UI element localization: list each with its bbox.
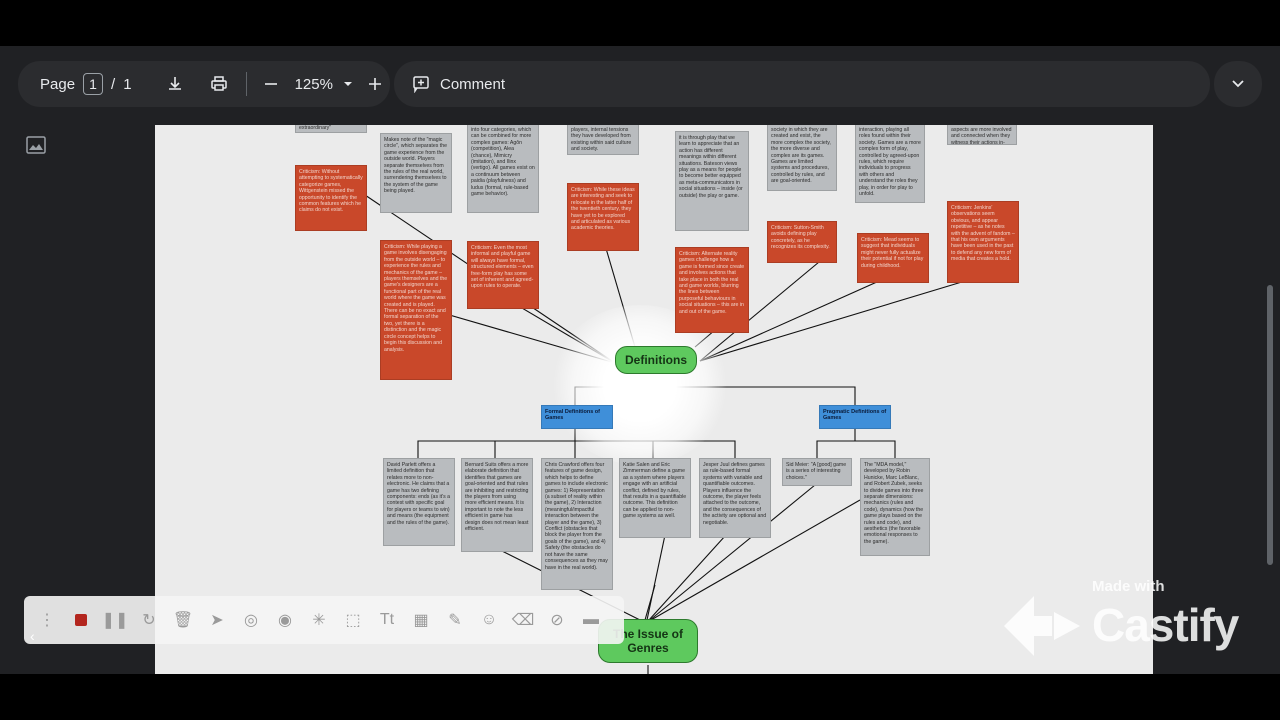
criticism-node-3: Criticism: Even the most informal and pl…	[467, 241, 539, 309]
criticism-node-8: Criticism: Jenkins' observations seem ob…	[947, 201, 1019, 283]
page-label: Page	[40, 75, 76, 93]
page-separator: /	[111, 75, 116, 93]
sparkle-icon: ✳	[312, 612, 326, 629]
definition-node-juul: Jesper Juul defines games as rule-based …	[699, 458, 771, 538]
formal-definitions-node: Formal Definitions of Games	[541, 405, 613, 429]
pause-icon: ❚❚	[101, 612, 129, 629]
pragmatic-definitions-node: Pragmatic Definitions of Games	[819, 405, 891, 429]
caret-down-icon	[343, 82, 352, 86]
zoom-in-button[interactable]	[367, 76, 383, 92]
camera-icon: ▬	[583, 611, 599, 628]
print-icon	[210, 76, 227, 91]
definition-node-crawford: Chris Crawford offers four features of g…	[541, 458, 613, 590]
toolbar-divider	[245, 72, 247, 96]
page-number-input[interactable]: 1	[83, 73, 104, 95]
text-tool[interactable]: Tt	[374, 607, 400, 633]
spotlight-icon: ◉	[278, 612, 292, 629]
definition-node-mda: The "MDA model," developed by Robin Huni…	[860, 458, 930, 556]
chevron-down-icon	[1232, 80, 1244, 88]
expand-toolbar-button[interactable]	[1214, 61, 1262, 107]
drag-handle-icon[interactable]: ⋮	[34, 607, 60, 633]
definition-node-parlett: David Parlett offers a limited definitio…	[383, 458, 455, 546]
pointer-icon: ➤	[210, 612, 224, 629]
delete-button[interactable]: 🗑	[170, 607, 196, 633]
top-node-3: into four categories, which can be combi…	[467, 125, 539, 213]
top-node-1: extraordinary"	[295, 125, 367, 133]
comment-toolbar: Comment	[394, 61, 1210, 107]
top-black-bar	[0, 0, 1280, 46]
definition-node-salen-zimmerman: Katie Salen and Eric Zimmerman define a …	[619, 458, 691, 538]
definition-node-meier: Sid Meier: "A [good] game is a series of…	[782, 458, 852, 486]
castify-logo-icon	[1004, 596, 1080, 656]
camera-tool[interactable]: ▬	[578, 607, 604, 633]
definitions-node: Definitions	[615, 346, 697, 374]
emoji-icon: ☺	[480, 611, 498, 628]
spotlight-tool[interactable]: ◉	[272, 607, 298, 633]
text-icon: Tt	[379, 611, 395, 628]
thumbnail-panel-button[interactable]	[26, 136, 46, 154]
no-pen-icon: ⊘	[550, 612, 564, 629]
comment-label: Comment	[440, 75, 506, 93]
top-node-8: aspects are more involved and connected …	[947, 125, 1017, 145]
cursor-tool[interactable]: ➤	[204, 607, 230, 633]
criticism-node-5: Criticism: Alternate reality games chall…	[675, 247, 749, 333]
definition-node-suits: Bernard Suits offers a more elaborate de…	[461, 458, 533, 552]
image-icon	[26, 136, 46, 154]
stop-icon	[75, 614, 87, 626]
print-button[interactable]	[210, 75, 228, 93]
pause-button[interactable]: ❚❚	[101, 607, 129, 633]
plus-icon	[368, 78, 381, 90]
top-node-7: interaction, playing all roles found wit…	[855, 125, 925, 203]
select-rect-icon: ⬚	[345, 612, 361, 629]
stop-record-button[interactable]	[68, 607, 94, 633]
emoji-tool[interactable]: ☺	[476, 607, 502, 633]
top-node-2: Makes note of the "magic circle", which …	[380, 133, 452, 213]
eraser-icon: ⌫	[511, 612, 535, 629]
zoom-level[interactable]: 125%	[295, 76, 333, 93]
trash-icon: 🗑	[172, 612, 194, 629]
page-zoom-toolbar: Page 1 / 1 125%	[18, 61, 390, 107]
made-with-text: Made with	[1092, 578, 1165, 595]
blur-tool[interactable]: ▦	[408, 607, 434, 633]
criticism-node-7: Criticism: Mead seems to suggest that in…	[857, 233, 929, 283]
minus-icon	[264, 83, 277, 85]
add-comment-icon	[413, 76, 429, 93]
grid-icon: ▦	[413, 612, 429, 629]
top-node-6: society in which they are created and ex…	[767, 125, 837, 191]
zoom-out-button[interactable]	[263, 76, 279, 92]
comment-button[interactable]: Comment	[412, 75, 505, 93]
castify-brand-text: Castify	[1092, 599, 1239, 651]
criticism-node-4: Criticism: While these ideas are interes…	[567, 183, 639, 251]
pen-icon: ✎	[448, 612, 462, 629]
pen-tool[interactable]: ✎	[442, 607, 468, 633]
collapse-toolbar-icon[interactable]: ‹	[30, 628, 35, 644]
clear-tool[interactable]: ⊘	[544, 607, 570, 633]
click-icon: ◎	[244, 612, 258, 629]
criticism-node-6: Criticism: Sutton-Smith avoids defining …	[767, 221, 837, 263]
criticism-node-1: Criticism: Without attempting to systema…	[295, 165, 367, 231]
bottom-black-bar	[0, 674, 1280, 720]
vertical-scrollbar[interactable]	[1267, 285, 1273, 565]
castify-watermark: Made with Castify	[1000, 578, 1260, 658]
restart-icon: ↻	[142, 612, 156, 629]
eraser-tool[interactable]: ⌫	[510, 607, 536, 633]
download-icon	[168, 77, 181, 90]
download-button[interactable]	[166, 75, 184, 93]
page-total: 1	[123, 75, 132, 93]
top-node-4: players, internal tensions they have dev…	[567, 125, 639, 155]
castify-recording-toolbar: ⋮ ❚❚ ↻ 🗑 ➤ ◎ ◉ ✳ ⬚ Tt ▦ ✎ ☺ ⌫ ⊘ ▬	[24, 596, 624, 644]
top-node-5: it is through play that we learn to appr…	[675, 131, 749, 231]
magic-tool[interactable]: ✳	[306, 607, 332, 633]
zoom-dropdown[interactable]	[343, 80, 353, 88]
highlight-click-tool[interactable]: ◎	[238, 607, 264, 633]
selection-tool[interactable]: ⬚	[340, 607, 366, 633]
restart-button[interactable]: ↻	[136, 607, 162, 633]
criticism-node-2: Criticism: While playing a game involves…	[380, 240, 452, 380]
